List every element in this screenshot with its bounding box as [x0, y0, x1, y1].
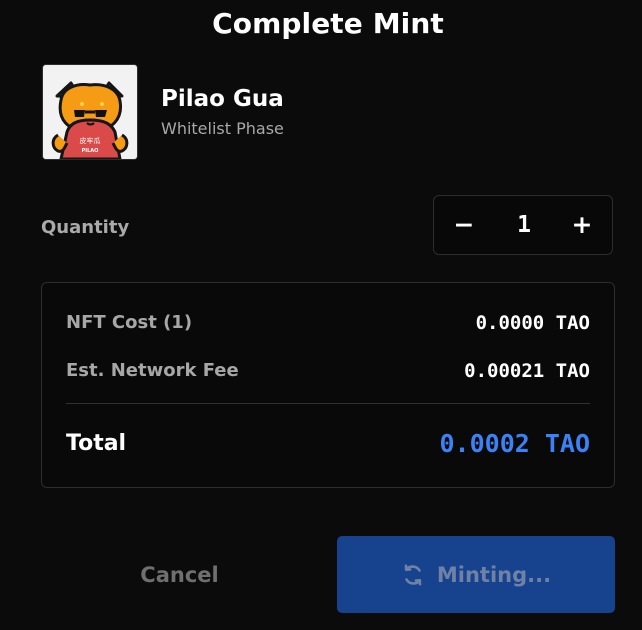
dialog-title: Complete Mint	[212, 6, 444, 40]
total-row: Total 0.0002 TAO	[66, 426, 590, 462]
network-fee-label: Est. Network Fee	[66, 360, 239, 381]
quantity-stepper: − 1 +	[433, 195, 613, 255]
total-label: Total	[66, 431, 127, 456]
network-fee-value: 0.00021 TAO	[464, 360, 590, 382]
quantity-value: 1	[517, 212, 531, 238]
collection-avatar: 皮牢瓜 PILAO	[42, 64, 138, 160]
decrease-quantity-button[interactable]: −	[446, 207, 482, 243]
total-value: 0.0002 TAO	[439, 429, 590, 458]
loading-sync-icon	[404, 564, 422, 585]
nft-cost-value: 0.0000 TAO	[475, 312, 590, 334]
nft-cost-row: NFT Cost (1) 0.0000 TAO	[66, 307, 590, 339]
complete-mint-dialog: Complete Mint 皮牢瓜 PILAO Pilao Gua Whitel…	[0, 0, 642, 630]
minting-button-label: Minting...	[436, 562, 552, 587]
orange-cat-with-sunglasses-icon: 皮牢瓜 PILAO	[43, 65, 137, 159]
collection-summary: 皮牢瓜 PILAO Pilao Gua Whitelist Phase	[42, 64, 462, 160]
mint-phase: Whitelist Phase	[161, 119, 284, 138]
increase-quantity-button[interactable]: +	[564, 207, 600, 243]
network-fee-row: Est. Network Fee 0.00021 TAO	[66, 355, 590, 387]
nft-cost-label: NFT Cost (1)	[66, 312, 193, 333]
quantity-label: Quantity	[41, 217, 130, 238]
collection-name: Pilao Gua	[161, 86, 284, 112]
minting-button[interactable]: Minting...	[337, 536, 615, 613]
avatar-shirt-chinese-text: 皮牢瓜	[80, 136, 101, 145]
avatar-shirt-text: PILAO	[82, 148, 99, 154]
cancel-button[interactable]: Cancel	[42, 537, 317, 613]
minting-button-content: Minting...	[401, 537, 551, 614]
cost-summary-panel: NFT Cost (1) 0.0000 TAO Est. Network Fee…	[41, 282, 615, 488]
summary-divider	[66, 403, 590, 404]
